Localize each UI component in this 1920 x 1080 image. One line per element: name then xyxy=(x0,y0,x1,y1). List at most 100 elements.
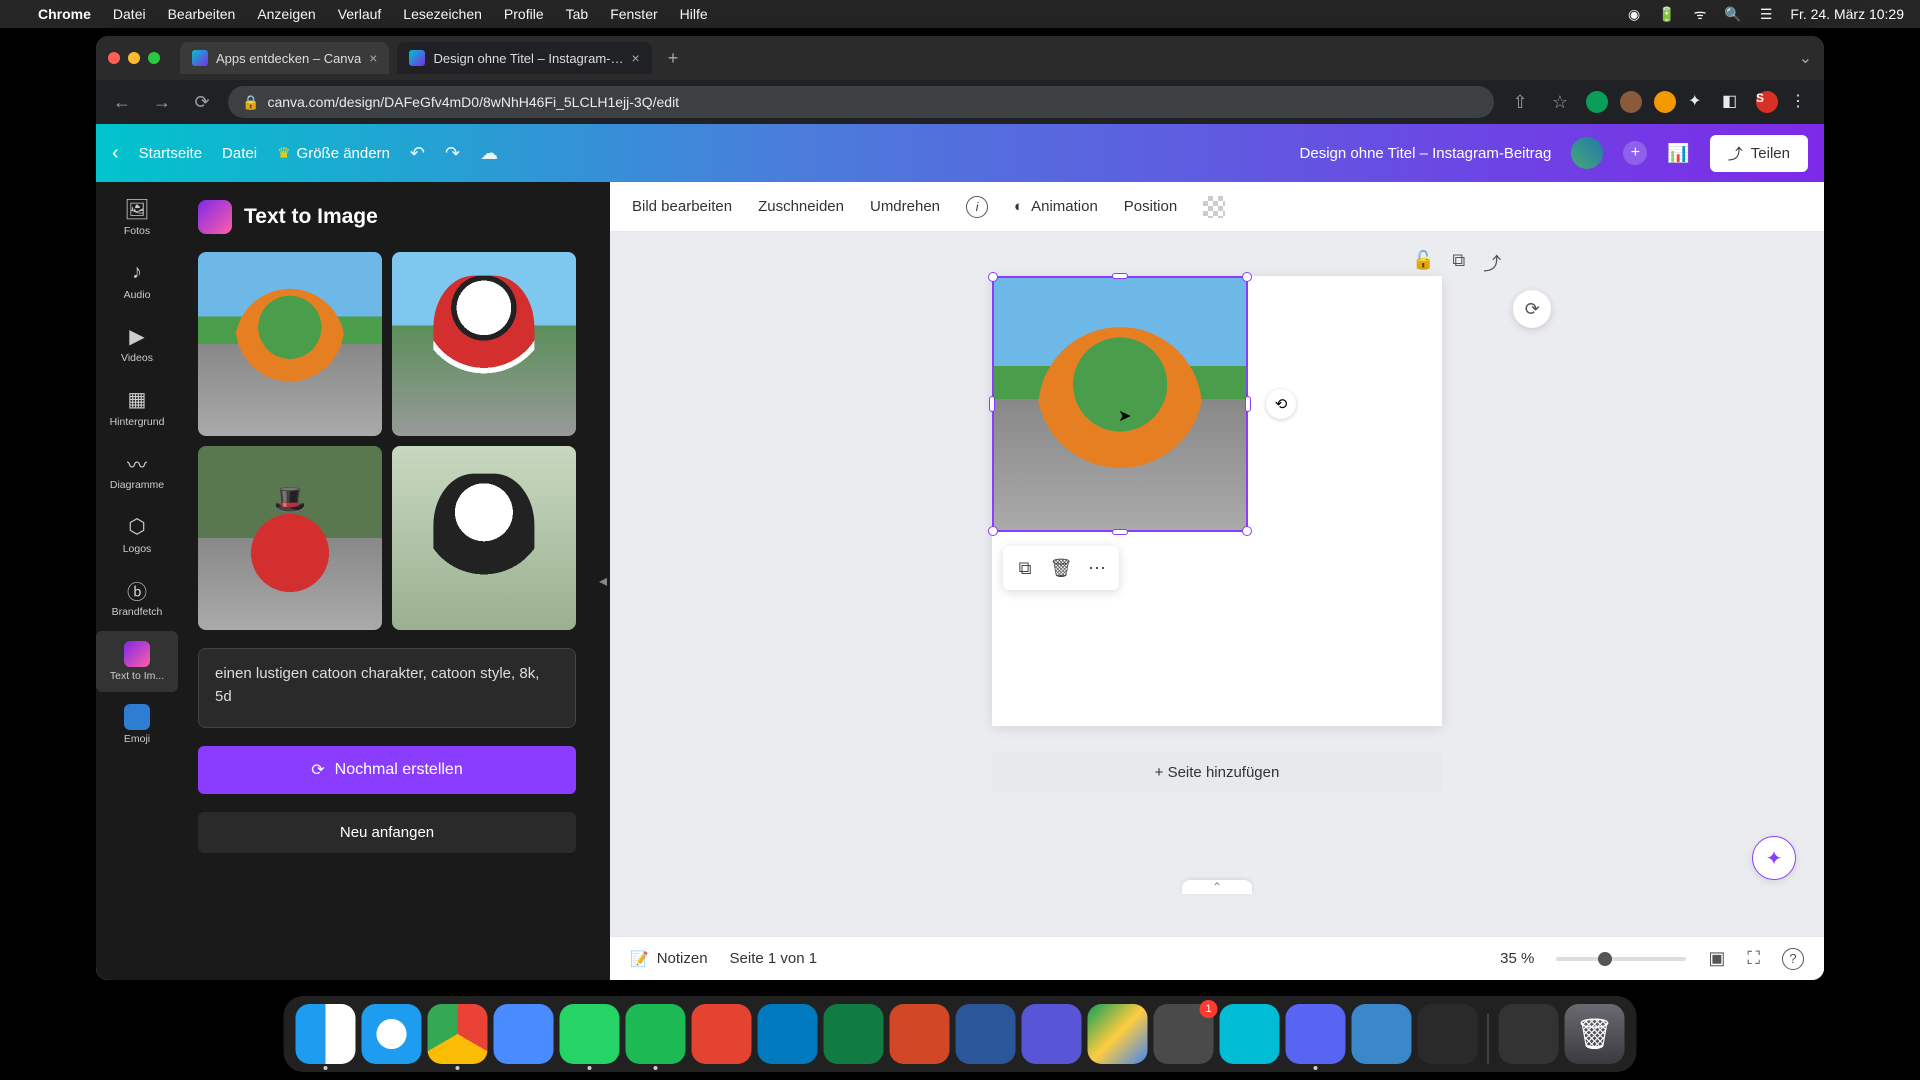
menubar-clock[interactable]: Fr. 24. März 10:29 xyxy=(1790,6,1904,22)
duplicate-icon[interactable]: ⧉ xyxy=(1009,552,1041,584)
file-menu[interactable]: Datei xyxy=(222,145,257,162)
chrome-menu-icon[interactable]: ⋮ xyxy=(1790,91,1812,113)
fullscreen-icon[interactable]: ⛶ xyxy=(1747,948,1760,969)
unlock-icon[interactable]: 🔓 xyxy=(1412,250,1434,276)
info-icon[interactable]: i xyxy=(966,196,988,218)
dock-spotify[interactable] xyxy=(626,1004,686,1064)
dock-app[interactable] xyxy=(1499,1004,1559,1064)
page-indicator[interactable]: Seite 1 von 1 xyxy=(730,950,818,967)
minimize-window-button[interactable] xyxy=(128,52,140,64)
menu-tab[interactable]: Tab xyxy=(566,6,589,22)
close-tab-icon[interactable]: × xyxy=(632,50,640,66)
dock-word[interactable] xyxy=(956,1004,1016,1064)
generated-image-1[interactable] xyxy=(198,252,382,436)
expand-timeline-handle[interactable]: ⌃ xyxy=(1182,880,1252,894)
generated-image-4[interactable] xyxy=(392,446,576,630)
zoom-slider[interactable] xyxy=(1556,957,1686,961)
share-page-icon[interactable]: ⇧ xyxy=(1506,88,1534,116)
search-icon[interactable]: 🔍 xyxy=(1724,6,1741,23)
screenrecord-icon[interactable]: ◉ xyxy=(1628,6,1640,23)
dock-finder[interactable] xyxy=(296,1004,356,1064)
dock-whatsapp[interactable] xyxy=(560,1004,620,1064)
close-window-button[interactable] xyxy=(108,52,120,64)
extension-icon[interactable] xyxy=(1620,91,1642,113)
user-avatar[interactable] xyxy=(1571,137,1603,169)
dock-powerpoint[interactable] xyxy=(890,1004,950,1064)
menu-lesezeichen[interactable]: Lesezeichen xyxy=(403,6,482,22)
edit-image-button[interactable]: Bild bearbeiten xyxy=(632,198,732,215)
battery-icon[interactable]: 🔋 xyxy=(1658,6,1675,23)
control-center-icon[interactable]: ☰ xyxy=(1760,6,1773,23)
dock-chrome[interactable] xyxy=(428,1004,488,1064)
menu-datei[interactable]: Datei xyxy=(113,6,146,22)
collapse-panel-handle[interactable]: ◂ xyxy=(596,182,610,980)
generated-image-3[interactable] xyxy=(198,446,382,630)
grid-view-icon[interactable]: ▣ xyxy=(1708,948,1725,969)
tabs-dropdown-icon[interactable]: ⌄ xyxy=(1799,48,1812,68)
export-page-icon[interactable]: ⤴ xyxy=(1483,250,1501,276)
rail-audio[interactable]: ♪ Audio xyxy=(96,250,178,312)
refresh-page-button[interactable]: ⟳ xyxy=(1513,290,1551,328)
cloud-sync-icon[interactable]: ☁ xyxy=(480,143,498,164)
address-bar[interactable]: 🔒 canva.com/design/DAFeGfv4mD0/8wNhH46Fi… xyxy=(228,86,1494,118)
extensions-icon[interactable]: ✦ xyxy=(1688,91,1710,113)
menu-anzeigen[interactable]: Anzeigen xyxy=(257,6,315,22)
menu-profile[interactable]: Profile xyxy=(504,6,544,22)
share-button[interactable]: ⤴ Teilen xyxy=(1710,135,1808,172)
rail-emoji[interactable]: Emoji xyxy=(96,694,178,756)
rotate-handle[interactable]: ⟲ xyxy=(1266,389,1296,419)
browser-tab-2[interactable]: Design ohne Titel – Instagram-… × xyxy=(397,42,651,74)
add-page-button[interactable]: + Seite hinzufügen xyxy=(992,752,1442,793)
canvas-viewport[interactable]: 🔓 ⧉ ⤴ ⟳ xyxy=(610,232,1824,936)
dock-voice-memos[interactable] xyxy=(1418,1004,1478,1064)
ai-assist-button[interactable]: ✦ xyxy=(1752,836,1796,880)
maximize-window-button[interactable] xyxy=(148,52,160,64)
regenerate-button[interactable]: ⟳ Nochmal erstellen xyxy=(198,746,576,794)
resize-handle-tl[interactable] xyxy=(988,272,998,282)
reload-button[interactable]: ⟳ xyxy=(188,88,216,116)
document-title[interactable]: Design ohne Titel – Instagram-Beitrag xyxy=(1300,145,1552,162)
menu-fenster[interactable]: Fenster xyxy=(610,6,657,22)
resize-handle-tr[interactable] xyxy=(1242,272,1252,282)
dock-todoist[interactable] xyxy=(692,1004,752,1064)
extension-icon[interactable] xyxy=(1654,91,1676,113)
menu-bearbeiten[interactable]: Bearbeiten xyxy=(168,6,236,22)
extension-icon[interactable] xyxy=(1586,91,1608,113)
menu-hilfe[interactable]: Hilfe xyxy=(680,6,708,22)
transparency-icon[interactable] xyxy=(1203,196,1225,218)
profile-avatar[interactable]: S xyxy=(1756,91,1778,113)
position-button[interactable]: Position xyxy=(1124,198,1177,215)
analytics-icon[interactable]: 📊 xyxy=(1667,143,1689,164)
dock-trash[interactable]: 🗑 xyxy=(1565,1004,1625,1064)
resize-handle-r[interactable] xyxy=(1245,396,1251,412)
sidepanel-icon[interactable]: ◧ xyxy=(1722,91,1744,113)
add-collaborator-button[interactable]: + xyxy=(1623,141,1647,165)
help-icon[interactable]: ? xyxy=(1782,948,1804,970)
rail-logos[interactable]: ⬡ Logos xyxy=(96,504,178,566)
dock-safari[interactable] xyxy=(362,1004,422,1064)
rail-fotos[interactable]: 🖼 Fotos xyxy=(96,186,178,248)
resize-handle-t[interactable] xyxy=(1112,273,1128,279)
rail-brandfetch[interactable]: ⓑ Brandfetch xyxy=(96,567,178,629)
back-icon[interactable]: ‹ xyxy=(112,142,119,165)
dock-zoom[interactable] xyxy=(494,1004,554,1064)
dock-excel[interactable] xyxy=(824,1004,884,1064)
duplicate-page-icon[interactable]: ⧉ xyxy=(1452,250,1465,276)
resize-handle-br[interactable] xyxy=(1242,526,1252,536)
generated-image-2[interactable] xyxy=(392,252,576,436)
dock-drive[interactable] xyxy=(1088,1004,1148,1064)
back-button[interactable]: ← xyxy=(108,88,136,116)
rail-videos[interactable]: ▶ Videos xyxy=(96,313,178,375)
resize-handle-l[interactable] xyxy=(989,396,995,412)
home-link[interactable]: Startseite xyxy=(139,145,202,162)
crop-button[interactable]: Zuschneiden xyxy=(758,198,844,215)
resize-handle-b[interactable] xyxy=(1112,529,1128,535)
resize-button[interactable]: ♛ Größe ändern xyxy=(277,144,390,162)
zoom-thumb[interactable] xyxy=(1598,952,1612,966)
new-tab-button[interactable]: + xyxy=(660,48,687,69)
prompt-input[interactable]: einen lustigen catoon charakter, catoon … xyxy=(198,648,576,728)
rail-text-to-image[interactable]: Text to Im... xyxy=(96,631,178,693)
dock-app[interactable] xyxy=(1352,1004,1412,1064)
canvas-page[interactable]: ⟲ ➤ xyxy=(992,276,1442,726)
notes-button[interactable]: 📝 Notizen xyxy=(630,950,708,968)
